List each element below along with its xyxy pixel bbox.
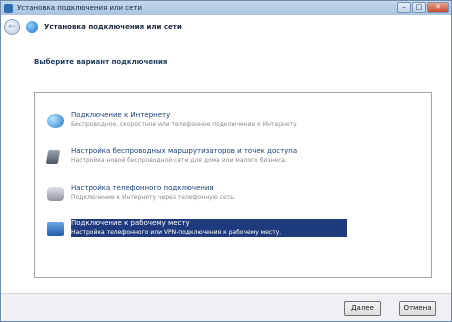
next-button[interactable]: Далее: [344, 301, 381, 316]
workplace-icon: [47, 222, 64, 236]
option-description: Настройка новой беспроводной сети для до…: [71, 157, 288, 164]
option-title: Настройка телефонного подключения: [71, 184, 214, 192]
connection-options-list: Подключение к Интернету Беспроводное, ск…: [34, 92, 432, 278]
phone-modem-icon: [47, 187, 64, 201]
navigation-bar: ← Установка подключения или сети: [1, 15, 451, 39]
option-title: Настройка беспроводных маршрутизаторов и…: [71, 147, 298, 155]
minimize-button[interactable]: –: [397, 2, 411, 13]
network-app-icon: [4, 3, 13, 13]
wizard-content: Выберите вариант подключения Подключение…: [1, 39, 451, 293]
back-button[interactable]: ←: [4, 19, 20, 35]
cancel-button[interactable]: Отмена: [399, 301, 436, 316]
option-wireless-router[interactable]: Настройка беспроводных маршрутизаторов и…: [45, 145, 347, 169]
dialog-window: Установка подключения или сети – □ ✕ ← У…: [0, 0, 452, 322]
button-bar: Далее Отмена: [1, 293, 451, 321]
option-workplace[interactable]: Подключение к рабочему месту Настройка т…: [47, 217, 347, 241]
option-title: Подключение к рабочему месту: [71, 219, 190, 227]
page-heading: Выберите вариант подключения: [34, 58, 168, 66]
window-controls: – □ ✕: [397, 2, 449, 13]
title-bar[interactable]: Установка подключения или сети – □ ✕: [1, 1, 451, 15]
wizard-title: Установка подключения или сети: [44, 23, 182, 31]
option-connect-internet[interactable]: Подключение к Интернету Беспроводное, ск…: [47, 109, 347, 133]
wireless-router-icon: [45, 150, 61, 164]
close-button[interactable]: ✕: [427, 2, 449, 13]
option-description: Подключение к Интернету через телефонную…: [71, 194, 236, 201]
option-description: Беспроводное, скоростное или телефонное …: [71, 121, 299, 128]
maximize-button[interactable]: □: [412, 2, 426, 13]
globe-icon: [47, 114, 64, 128]
option-dialup[interactable]: Настройка телефонного подключения Подклю…: [47, 182, 347, 206]
option-title: Подключение к Интернету: [71, 111, 171, 119]
window-title: Установка подключения или сети: [17, 4, 143, 12]
option-description: Настройка телефонного или VPN-подключени…: [71, 229, 282, 236]
network-globe-icon: [26, 21, 38, 33]
